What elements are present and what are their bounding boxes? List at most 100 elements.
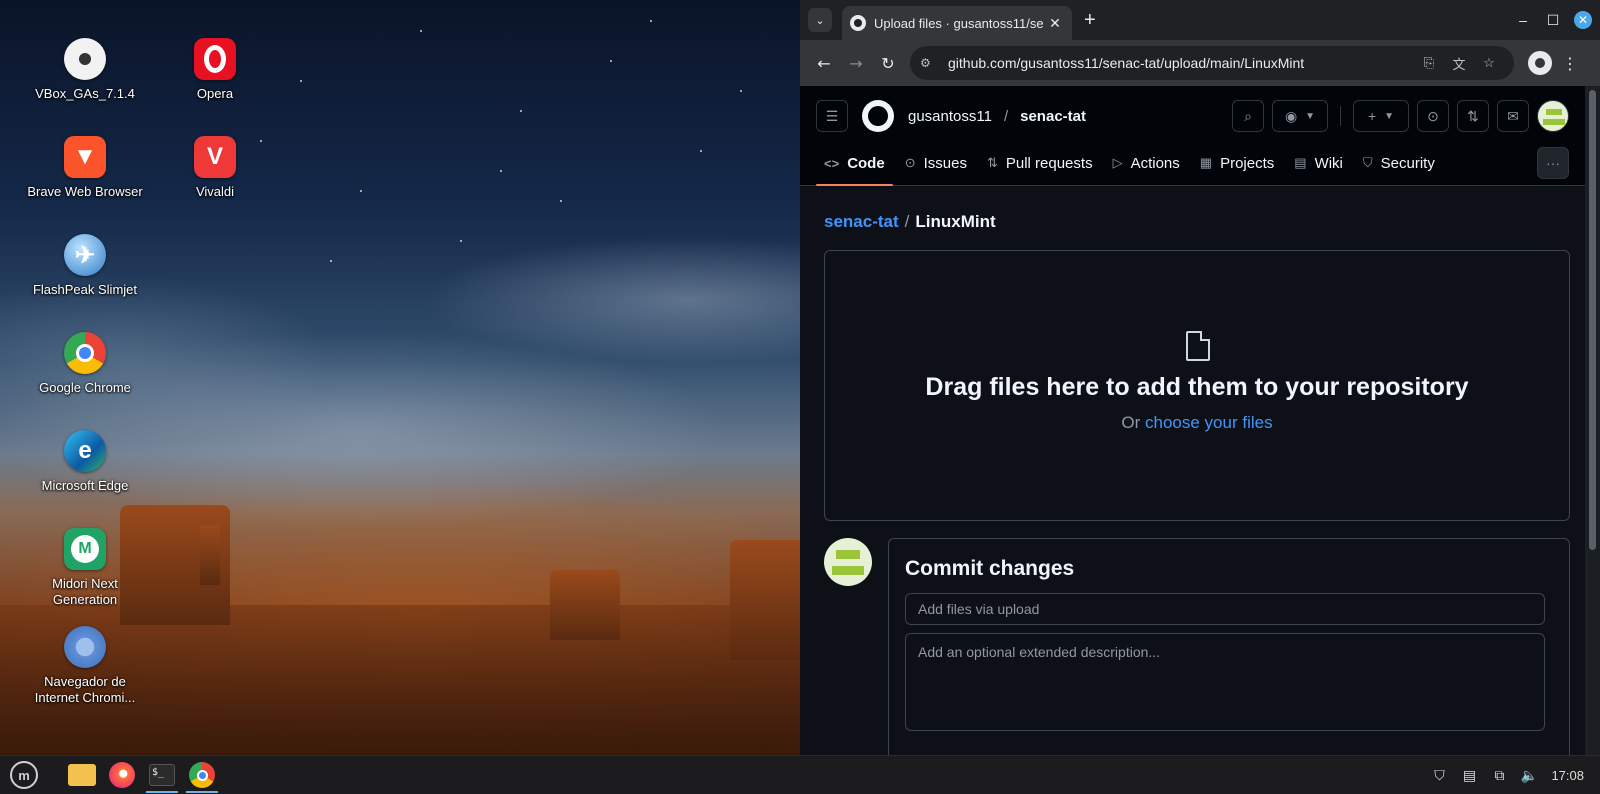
- commit-summary-input[interactable]: [905, 593, 1545, 625]
- choose-files-link[interactable]: choose your files: [1145, 413, 1273, 432]
- clock[interactable]: 17:08: [1551, 768, 1584, 783]
- copilot-button[interactable]: ◉ ▼: [1272, 100, 1328, 132]
- tab-label: Issues: [923, 154, 967, 172]
- browser-menu-icon[interactable]: ⋮: [1562, 54, 1578, 73]
- tab-label: Security: [1380, 154, 1435, 172]
- desktop-icon-opera[interactable]: Opera: [155, 38, 275, 102]
- scrollbar-thumb[interactable]: [1589, 90, 1596, 550]
- edge-icon: e: [64, 430, 106, 472]
- shield-icon[interactable]: ⛉: [1431, 767, 1447, 784]
- commit-author-avatar: [824, 538, 872, 586]
- install-app-icon[interactable]: ⎘: [1414, 55, 1444, 71]
- star: [700, 150, 702, 152]
- commit-description-textarea[interactable]: [905, 633, 1545, 731]
- chevron-down-icon: ▼: [1384, 110, 1395, 122]
- tab-wiki[interactable]: ▤ Wiki: [1286, 140, 1351, 186]
- create-new-button[interactable]: + ▼: [1353, 100, 1409, 132]
- star: [740, 90, 742, 92]
- github-header: ☰ gusantoss11 / senac-tat ⌕ ◉ ▼ + ▼ ⊙ ⇅ …: [800, 86, 1585, 186]
- breadcrumb-repo-link[interactable]: senac-tat: [824, 212, 899, 231]
- page-scrollbar[interactable]: [1585, 86, 1600, 755]
- translate-icon[interactable]: 文: [1444, 54, 1474, 73]
- update-manager-icon[interactable]: ▤: [1461, 767, 1477, 784]
- repo-name-link[interactable]: senac-tat: [1020, 108, 1086, 125]
- issues-icon: ⊙: [904, 155, 916, 170]
- projects-icon: ▦: [1199, 155, 1213, 170]
- browser-tab[interactable]: Upload files · gusantoss11/se ✕: [842, 6, 1072, 40]
- desktop-icon-label: VBox_GAs_7.1.4: [35, 86, 135, 101]
- reload-icon[interactable]: ↻: [872, 47, 904, 79]
- midori-icon: M: [64, 528, 106, 570]
- security-icon: ⛉: [1362, 155, 1373, 170]
- network-icon[interactable]: ⧉: [1491, 767, 1507, 784]
- volume-icon[interactable]: 🔈: [1521, 767, 1538, 784]
- url-text[interactable]: github.com/gusantoss11/senac-tat/upload/…: [948, 55, 1414, 71]
- repo-nav-tabs: <> Code ⊙ Issues ⇅ Pull requests ▷ Actio…: [816, 140, 1569, 186]
- desktop-icon-edge[interactable]: e Microsoft Edge: [25, 430, 145, 494]
- terminal-icon[interactable]: $_: [142, 757, 182, 793]
- tab-close-icon[interactable]: ✕: [1046, 15, 1064, 32]
- browser-window: ⌄ Upload files · gusantoss11/se ✕ + – ☐ …: [800, 0, 1600, 755]
- tab-projects[interactable]: ▦ Projects: [1192, 140, 1282, 186]
- tab-label: Projects: [1220, 154, 1275, 172]
- desktop-icon-chromium[interactable]: Navegador de Internet Chromi...: [25, 626, 145, 706]
- repo-owner-link[interactable]: gusantoss11: [908, 108, 992, 125]
- wiki-icon: ▤: [1294, 155, 1307, 170]
- site-settings-icon[interactable]: ⚙: [920, 56, 940, 70]
- back-arrow-icon[interactable]: ←: [808, 47, 840, 79]
- desktop-icon-chrome[interactable]: Google Chrome: [25, 332, 145, 396]
- tab-pull-requests[interactable]: ⇅ Pull requests: [979, 140, 1101, 186]
- pull-request-icon[interactable]: ⇅: [1457, 100, 1489, 132]
- forward-arrow-icon[interactable]: →: [840, 47, 872, 79]
- profile-icon[interactable]: [1528, 51, 1552, 75]
- hamburger-menu-icon[interactable]: ☰: [816, 100, 848, 132]
- github-page: ☰ gusantoss11 / senac-tat ⌕ ◉ ▼ + ▼ ⊙ ⇅ …: [800, 86, 1585, 755]
- desktop-icon-vivaldi[interactable]: V Vivaldi: [155, 136, 275, 200]
- breadcrumb-separator: /: [904, 212, 910, 231]
- file-dropzone[interactable]: Drag files here to add them to your repo…: [824, 250, 1570, 521]
- divider: [1340, 106, 1341, 126]
- actions-icon: ▷: [1112, 155, 1123, 170]
- window-controls: – ☐ ✕: [1508, 0, 1600, 40]
- new-tab-plus-icon[interactable]: +: [1084, 9, 1096, 32]
- tab-security[interactable]: ⛉ Security: [1355, 140, 1443, 186]
- desktop-icon-slimjet[interactable]: ✈ FlashPeak Slimjet: [25, 234, 145, 298]
- files-icon[interactable]: [62, 757, 102, 793]
- tab-strip: ⌄ Upload files · gusantoss11/se ✕ + – ☐ …: [800, 0, 1600, 40]
- tab-label: Code: [847, 154, 885, 172]
- tab-code[interactable]: <> Code: [816, 140, 893, 186]
- inbox-icon[interactable]: ✉: [1497, 100, 1529, 132]
- more-tabs-icon[interactable]: ···: [1537, 147, 1569, 179]
- star: [500, 170, 502, 172]
- bookmark-star-icon[interactable]: ☆: [1474, 55, 1504, 71]
- tab-issues[interactable]: ⊙ Issues: [897, 140, 975, 186]
- tab-label: Actions: [1130, 154, 1180, 172]
- star: [560, 200, 562, 202]
- tab-search-chevron-icon[interactable]: ⌄: [808, 8, 832, 32]
- desktop-icon-vbox[interactable]: VBox_GAs_7.1.4: [25, 38, 145, 102]
- desktop-icon-brave[interactable]: ▼ Brave Web Browser: [25, 136, 145, 200]
- user-avatar[interactable]: [1537, 100, 1569, 132]
- firefox-icon[interactable]: [102, 757, 142, 793]
- issues-icon[interactable]: ⊙: [1417, 100, 1449, 132]
- github-logo-icon[interactable]: [862, 100, 894, 132]
- mint-menu-icon[interactable]: m: [4, 757, 44, 793]
- vivaldi-icon: V: [194, 136, 236, 178]
- plus-icon: +: [1367, 108, 1377, 124]
- desktop-icon-label: Google Chrome: [39, 380, 131, 395]
- search-icon[interactable]: ⌕: [1232, 100, 1264, 132]
- chrome-icon[interactable]: [182, 757, 222, 793]
- desktop-icon-midori[interactable]: M Midori Next Generation: [25, 528, 145, 608]
- minimize-icon[interactable]: –: [1508, 12, 1538, 28]
- desktop-icon-label: Midori Next Generation: [52, 576, 118, 607]
- pull-request-icon: ⇅: [986, 155, 998, 170]
- chromium-icon: [64, 626, 106, 668]
- address-bar[interactable]: ⚙ github.com/gusantoss11/senac-tat/uploa…: [910, 46, 1514, 80]
- browser-toolbar: ← → ↻ ⚙ github.com/gusantoss11/senac-tat…: [800, 40, 1600, 86]
- tab-actions[interactable]: ▷ Actions: [1105, 140, 1188, 186]
- chevron-down-icon: ▼: [1305, 110, 1316, 122]
- tab-label: Wiki: [1314, 154, 1343, 172]
- window-close-icon[interactable]: ✕: [1574, 11, 1592, 29]
- star: [520, 110, 522, 112]
- maximize-icon[interactable]: ☐: [1538, 12, 1568, 29]
